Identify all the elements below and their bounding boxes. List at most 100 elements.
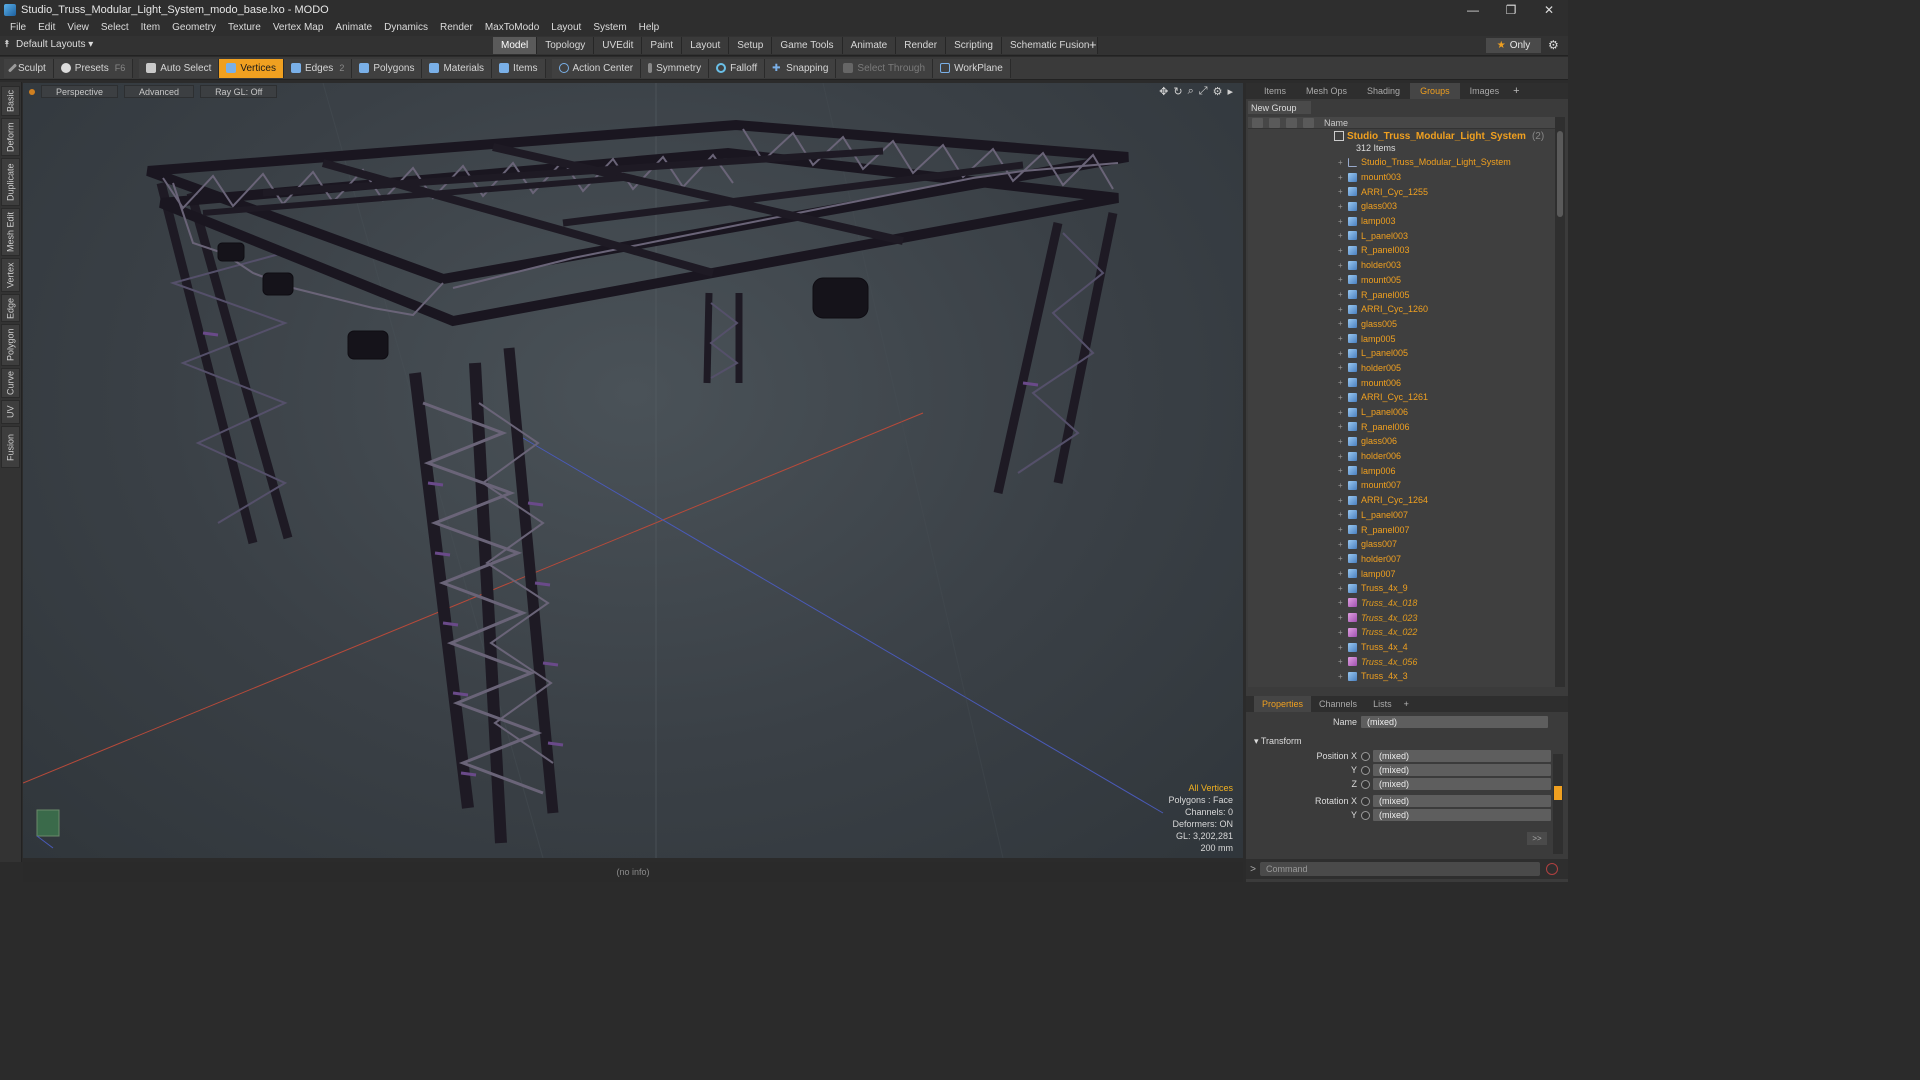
tree-item-row[interactable]: + ARRI_Cyc_1261: [1248, 390, 1555, 405]
tree-item-row[interactable]: + glass007: [1248, 537, 1555, 552]
tree-item-row[interactable]: + ARRI_Cyc_1255: [1248, 184, 1555, 199]
tree-item-row[interactable]: + Truss_4x_022: [1248, 625, 1555, 640]
tab-model[interactable]: Model: [493, 37, 538, 54]
layout-selector[interactable]: ⯭ Default Layouts ▾: [4, 39, 93, 50]
tab-groups[interactable]: Groups: [1410, 83, 1460, 99]
expand-icon[interactable]: +: [1338, 349, 1348, 358]
tab-images[interactable]: Images: [1460, 83, 1510, 99]
maximize-view-icon[interactable]: ⤢: [1199, 85, 1208, 98]
sculpt-button[interactable]: Sculpt: [4, 58, 54, 78]
command-stop-icon[interactable]: [1546, 863, 1558, 875]
expand-icon[interactable]: +: [1338, 481, 1348, 490]
expand-icon[interactable]: +: [1338, 363, 1348, 372]
menu-maxtomodo[interactable]: MaxToModo: [479, 22, 545, 33]
tab-topology[interactable]: Topology: [537, 37, 595, 54]
tree-item-row[interactable]: + L_panel007: [1248, 508, 1555, 523]
new-group-button[interactable]: New Group: [1248, 101, 1311, 114]
presets-button[interactable]: Presets F6: [53, 58, 134, 78]
position-y-field[interactable]: (mixed): [1373, 764, 1551, 776]
tree-item-row[interactable]: + lamp003: [1248, 214, 1555, 229]
only-toggle[interactable]: ★ Only: [1486, 38, 1541, 53]
tree-item-row[interactable]: + ARRI_Cyc_1260: [1248, 302, 1555, 317]
materials-button[interactable]: Materials: [422, 58, 493, 78]
position-z-anim-toggle[interactable]: [1361, 779, 1370, 789]
tab-channels[interactable]: Channels: [1311, 696, 1365, 712]
auto-select-button[interactable]: Auto Select: [139, 58, 220, 78]
add-tab-button[interactable]: +: [1089, 37, 1097, 52]
minimize-button[interactable]: —: [1454, 0, 1492, 19]
rotation-y-anim-toggle[interactable]: [1361, 810, 1370, 820]
expand-icon[interactable]: +: [1338, 158, 1348, 167]
raygl-toggle[interactable]: Ray GL: Off: [200, 85, 278, 98]
expand-icon[interactable]: +: [1338, 628, 1348, 637]
rotate-view-icon[interactable]: ↻: [1173, 85, 1182, 98]
tab-animate[interactable]: Animate: [842, 37, 897, 54]
expand-icon[interactable]: +: [1338, 496, 1348, 505]
lock-column-icon[interactable]: [1286, 117, 1297, 128]
expand-icon[interactable]: +: [1338, 246, 1348, 255]
left-tab-deform[interactable]: Deform: [1, 118, 20, 156]
menu-vertex-map[interactable]: Vertex Map: [267, 22, 330, 33]
expand-icon[interactable]: +: [1338, 657, 1348, 666]
close-button[interactable]: ✕: [1530, 0, 1568, 19]
vertices-button[interactable]: Vertices: [219, 58, 284, 78]
tree-item-row[interactable]: + ARRI_Cyc_1264: [1248, 493, 1555, 508]
left-tab-duplicate[interactable]: Duplicate: [1, 158, 20, 206]
expand-icon[interactable]: +: [1338, 173, 1348, 182]
select-through-button[interactable]: Select Through: [836, 58, 934, 78]
tab-setup[interactable]: Setup: [729, 37, 773, 54]
3d-viewport[interactable]: Perspective Advanced Ray GL: Off ✥ ↻ ⌕ ⤢…: [23, 83, 1243, 858]
tree-item-row[interactable]: + mount005: [1248, 273, 1555, 288]
tab-paint[interactable]: Paint: [642, 37, 683, 54]
tree-item-row[interactable]: + glass003: [1248, 199, 1555, 214]
tab-uvedit[interactable]: UVEdit: [594, 37, 643, 54]
left-tab-curve[interactable]: Curve: [1, 368, 20, 398]
expand-icon[interactable]: +: [1338, 187, 1348, 196]
rotation-y-field[interactable]: (mixed): [1373, 809, 1551, 821]
tree-item-row[interactable]: + L_panel006: [1248, 405, 1555, 420]
menu-select[interactable]: Select: [95, 22, 135, 33]
shading-dropdown[interactable]: Advanced: [124, 85, 195, 98]
left-tab-edge[interactable]: Edge: [1, 294, 20, 322]
tree-item-row[interactable]: + glass006: [1248, 434, 1555, 449]
position-x-anim-toggle[interactable]: [1361, 751, 1370, 761]
tab-game-tools[interactable]: Game Tools: [772, 37, 843, 54]
left-tab-uv[interactable]: UV: [1, 400, 20, 424]
left-tab-polygon[interactable]: Polygon: [1, 324, 20, 366]
tab-render[interactable]: Render: [896, 37, 947, 54]
edges-button[interactable]: Edges 2: [283, 58, 353, 78]
tree-item-row[interactable]: + Truss_4x_9: [1248, 581, 1555, 596]
tree-item-row[interactable]: + Truss_4x_023: [1248, 610, 1555, 625]
tree-item-row[interactable]: + Truss_4x_056: [1248, 654, 1555, 669]
tree-item-row[interactable]: + L_panel003: [1248, 228, 1555, 243]
expand-icon[interactable]: +: [1338, 393, 1348, 402]
menu-view[interactable]: View: [61, 22, 95, 33]
expand-icon[interactable]: +: [1338, 408, 1348, 417]
expand-icon[interactable]: +: [1338, 598, 1348, 607]
menu-edit[interactable]: Edit: [32, 22, 61, 33]
tab-items[interactable]: Items: [1254, 83, 1296, 99]
properties-scrollbar[interactable]: [1553, 754, 1563, 854]
expand-icon[interactable]: +: [1338, 217, 1348, 226]
gear-icon[interactable]: ⚙: [1548, 38, 1559, 52]
expand-icon[interactable]: +: [1338, 569, 1348, 578]
rotation-x-field[interactable]: (mixed): [1373, 795, 1551, 807]
tree-item-row[interactable]: + Truss_4x_018: [1248, 596, 1555, 611]
action-center-button[interactable]: Action Center: [551, 58, 642, 78]
expand-icon[interactable]: +: [1338, 643, 1348, 652]
tree-item-row[interactable]: + L_panel005: [1248, 346, 1555, 361]
tab-shading[interactable]: Shading: [1357, 83, 1410, 99]
expand-icon[interactable]: +: [1338, 437, 1348, 446]
expand-icon[interactable]: +: [1338, 261, 1348, 270]
tree-item-row[interactable]: + mount007: [1248, 478, 1555, 493]
tree-item-row[interactable]: + holder006: [1248, 449, 1555, 464]
expand-icon[interactable]: +: [1338, 510, 1348, 519]
menu-help[interactable]: Help: [633, 22, 666, 33]
menu-item[interactable]: Item: [135, 22, 166, 33]
tree-item-row[interactable]: + holder005: [1248, 361, 1555, 376]
view-mode-dropdown[interactable]: Perspective: [41, 85, 119, 98]
visibility-column-icon[interactable]: [1252, 117, 1263, 128]
more-properties-button[interactable]: >>: [1527, 832, 1547, 845]
add-props-tab[interactable]: +: [1400, 696, 1413, 712]
tree-item-row[interactable]: + mount006: [1248, 375, 1555, 390]
